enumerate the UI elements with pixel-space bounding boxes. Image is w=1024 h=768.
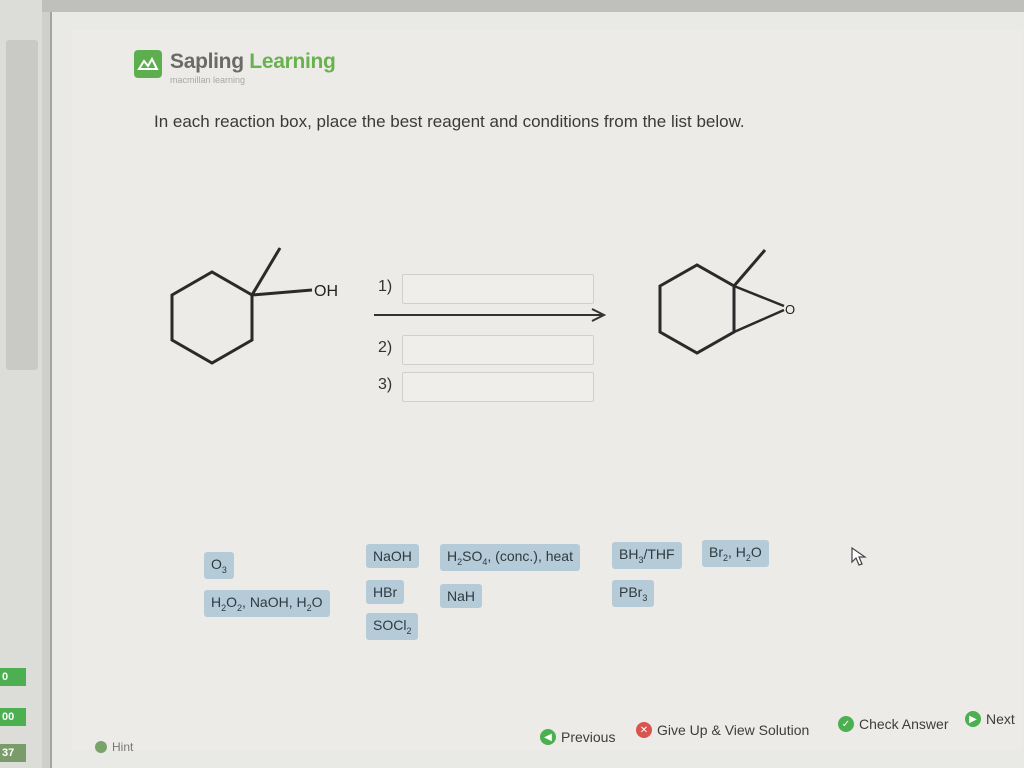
reactant-label: OH <box>314 283 338 300</box>
mouse-cursor-icon <box>851 546 867 566</box>
reagent-pbr3[interactable]: PBr3 <box>612 580 655 607</box>
hint-link[interactable]: Hint <box>95 740 133 754</box>
give-up-button[interactable]: ✕ Give Up & View Solution <box>636 722 809 738</box>
brand-tagline: macmillan learning <box>170 75 246 85</box>
product-structure: O <box>658 249 795 355</box>
check-icon: ✓ <box>838 716 854 732</box>
next-button[interactable]: ▶ Next <box>965 711 1015 727</box>
top-bar <box>42 0 1024 12</box>
next-icon: ▶ <box>965 711 981 727</box>
question-content: Sapling Learning macmillan learning In e… <box>72 30 1022 750</box>
reactant-structure: OH <box>170 247 338 365</box>
previous-icon: ◀ <box>540 729 556 745</box>
hint-icon <box>95 741 107 753</box>
sidebar-badge-1: 0 <box>0 668 26 686</box>
check-answer-button[interactable]: ✓ Check Answer <box>838 716 948 732</box>
question-frame: Sapling Learning macmillan learning In e… <box>50 12 1024 768</box>
question-prompt: In each reaction box, place the best rea… <box>154 112 745 131</box>
scrollbar[interactable] <box>6 40 38 370</box>
brand-logo: Sapling Learning macmillan learning <box>134 50 336 85</box>
step-3-dropzone[interactable] <box>402 372 594 402</box>
sidebar-badge-2: 00 <box>0 708 26 726</box>
product-label: O <box>785 302 795 317</box>
sidebar-badge-3: 37 <box>0 744 26 762</box>
reagent-h2o2[interactable]: H2O2, NaOH, H2O <box>204 590 330 617</box>
step-1-dropzone[interactable] <box>402 274 594 304</box>
reagent-h2so4[interactable]: H2SO4, (conc.), heat <box>440 544 580 571</box>
step-2-label: 2) <box>378 339 393 356</box>
step-1-label: 1) <box>378 278 393 295</box>
reagent-nah[interactable]: NaH <box>440 584 483 608</box>
reagent-hbr[interactable]: HBr <box>366 580 405 604</box>
previous-button[interactable]: ◀ Previous <box>540 729 615 745</box>
logo-icon <box>134 50 162 78</box>
reagent-o3[interactable]: O3 <box>204 552 234 579</box>
give-up-icon: ✕ <box>636 722 652 738</box>
reagent-br2[interactable]: Br2, H2O <box>702 540 769 567</box>
reagent-bh3[interactable]: BH3/THF <box>612 542 682 569</box>
reagent-naoh[interactable]: NaOH <box>366 544 419 568</box>
step-3-label: 3) <box>378 376 393 393</box>
reagent-socl2[interactable]: SOCl2 <box>366 613 419 640</box>
brand-name: Sapling Learning <box>170 50 336 73</box>
reaction-arrow <box>374 308 607 322</box>
left-panel: 0 00 37 <box>0 0 42 768</box>
step-2-dropzone[interactable] <box>402 335 594 365</box>
